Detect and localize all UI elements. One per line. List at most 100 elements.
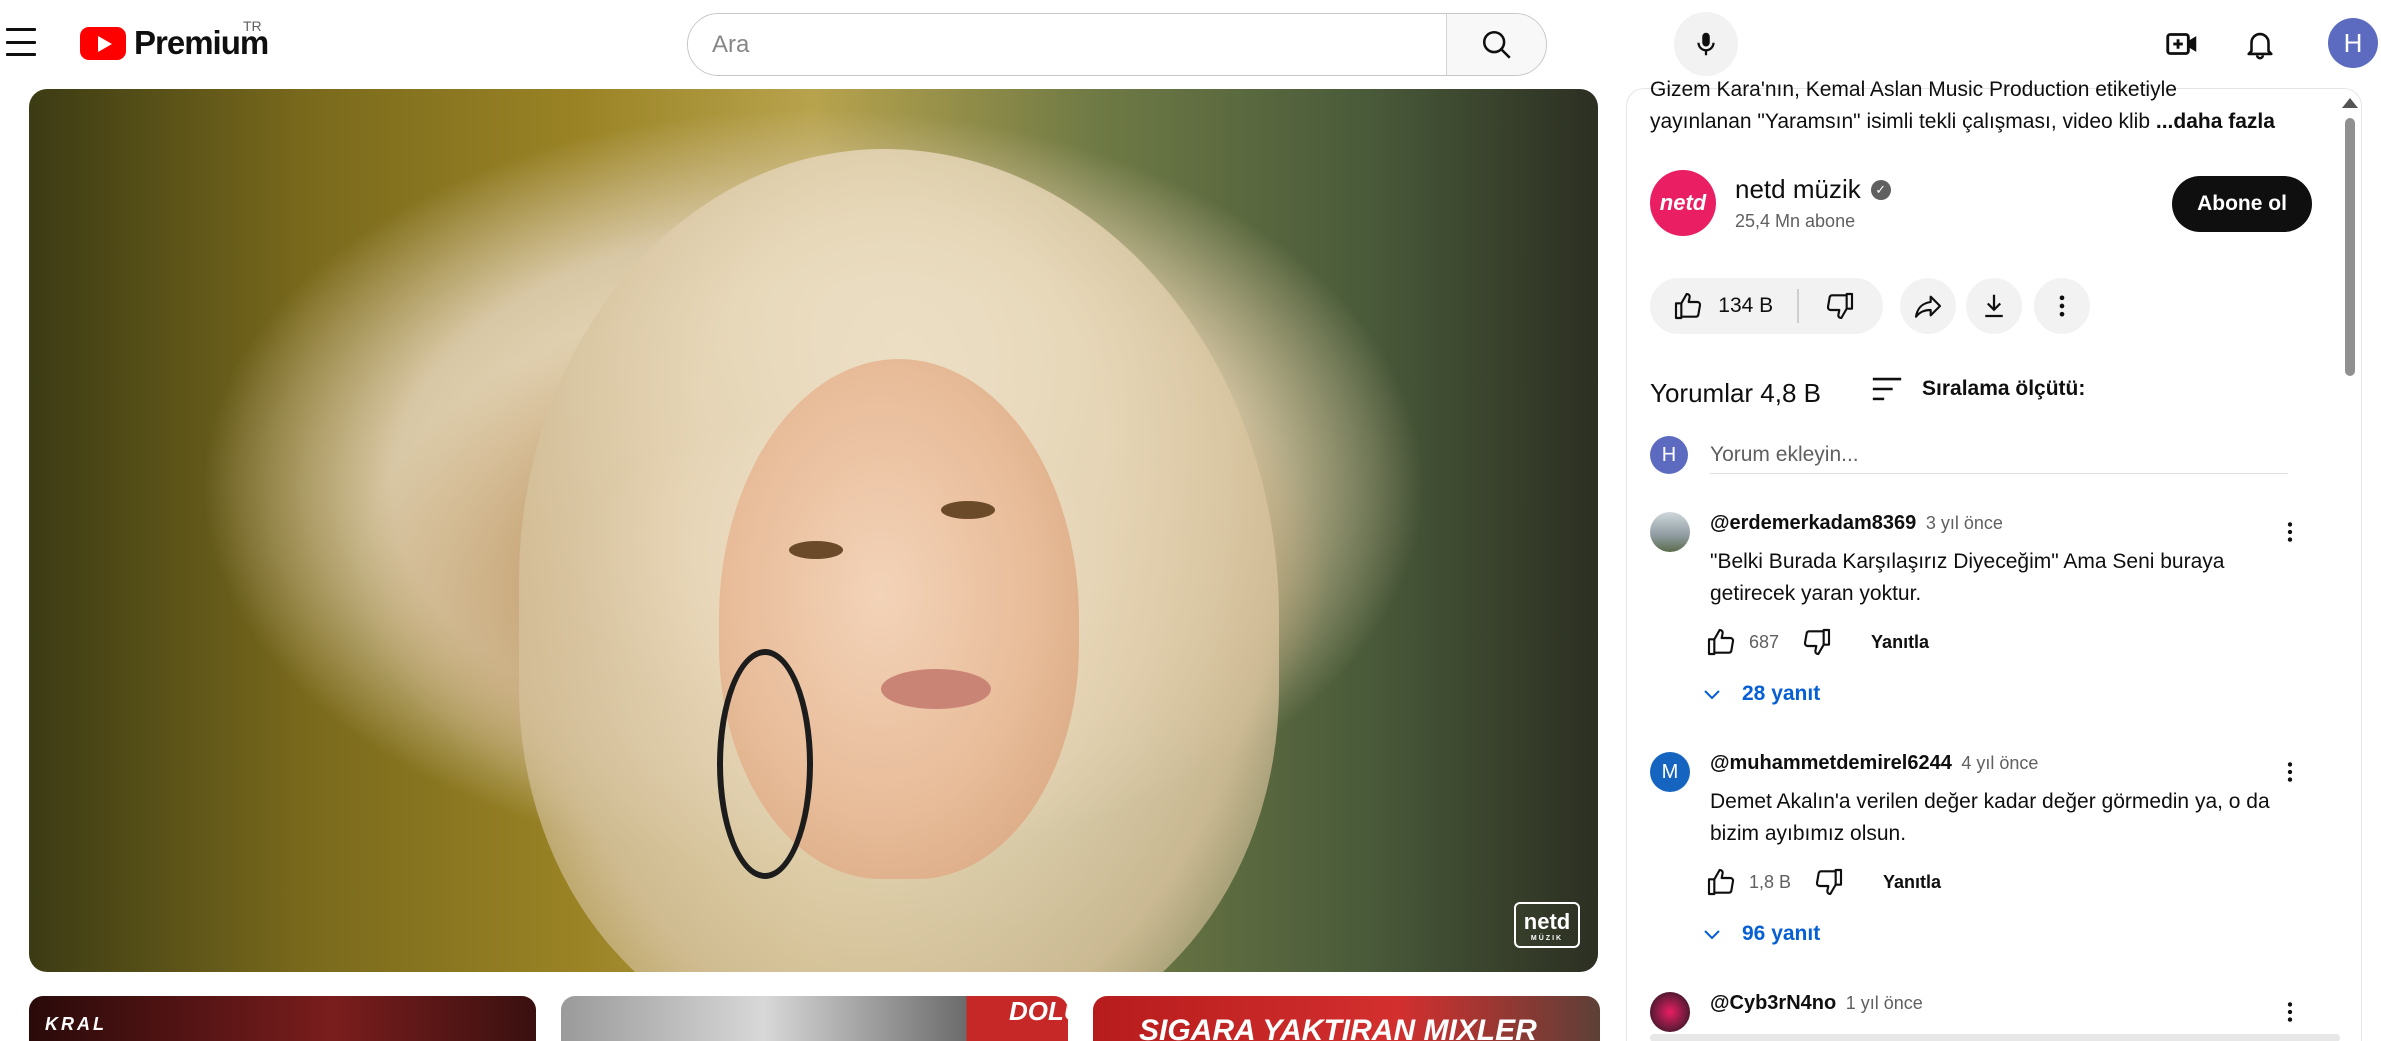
comment-header: @erdemerkadam8369 3 yıl önce — [1710, 512, 2003, 535]
commenter-avatar[interactable] — [1650, 992, 1690, 1032]
comment-menu-button[interactable] — [2270, 512, 2310, 552]
comment-highlight-bar — [1650, 1034, 2340, 1041]
more-vertical-icon — [2059, 295, 2065, 317]
view-replies-button[interactable]: 96 yanıt — [1700, 922, 1820, 946]
notifications-button[interactable] — [2238, 22, 2282, 66]
video-frame-lips — [881, 669, 991, 709]
scrollbar-thumb[interactable] — [2345, 118, 2355, 376]
youtube-play-icon — [80, 26, 126, 60]
thumbnail-label: DOLU — [1009, 996, 1068, 1026]
thumbs-down-icon[interactable] — [1813, 866, 1845, 898]
download-icon — [1985, 294, 2003, 318]
search-button[interactable] — [1446, 14, 1546, 75]
search-bar — [687, 13, 1547, 76]
comment-username[interactable]: @muhammetdemirel6244 — [1710, 752, 1952, 774]
replies-count: 28 yanıt — [1742, 682, 1821, 705]
description-line: Gizem Kara'nın, Kemal Aslan Music Produc… — [1650, 78, 2177, 101]
comment-like-count: 687 — [1749, 631, 1780, 652]
verified-badge-icon: ✓ — [1870, 179, 1891, 200]
bell-icon — [2247, 32, 2273, 60]
comment-username[interactable]: @Cyb3rN4no — [1710, 992, 1836, 1014]
like-dislike-group: 134 B — [1650, 278, 1883, 334]
microphone-icon — [1697, 32, 1715, 56]
reply-button[interactable]: Yanıtla — [1871, 632, 1929, 653]
comment-header: @muhammetdemirel6244 4 yıl önce — [1710, 752, 2038, 775]
user-avatar: H — [1650, 436, 1688, 474]
comment-menu-button[interactable] — [2270, 752, 2310, 792]
menu-icon[interactable] — [6, 28, 36, 56]
chevron-down-icon — [1704, 930, 1720, 940]
comment-timestamp[interactable]: 1 yıl önce — [1846, 993, 1923, 1013]
thumbnail-label: SIGARA YAKTIRAN MIXLER — [1139, 1014, 1537, 1041]
comment-timestamp[interactable]: 3 yıl önce — [1926, 513, 2003, 533]
voice-search-button[interactable] — [1674, 12, 1738, 76]
chevron-down-icon — [1704, 690, 1720, 700]
more-vertical-icon — [2287, 522, 2293, 542]
comment-item: @erdemerkadam8369 3 yıl önce "Belki Bura… — [1650, 512, 2350, 712]
thumbs-up-icon — [1675, 292, 1702, 320]
show-more-link[interactable]: ...daha fazla — [2156, 110, 2275, 133]
thumbnail-label: KRAL — [45, 1014, 107, 1034]
youtube-premium-logo[interactable]: Premium TR — [80, 18, 269, 62]
more-actions-button[interactable] — [2034, 278, 2090, 334]
thumbs-down-icon — [1826, 292, 1853, 320]
replies-count: 96 yanıt — [1742, 922, 1821, 945]
region-code: TR — [243, 18, 262, 34]
related-video-thumbnail[interactable]: DOLU — [561, 996, 1068, 1041]
sort-comments-button[interactable]: Sıralama ölçütü: — [1870, 374, 2085, 404]
scroll-up-arrow-icon[interactable] — [2342, 98, 2358, 108]
channel-name-row[interactable]: netd müzik ✓ — [1735, 174, 1891, 205]
comments-count-title: Yorumlar 4,8 B — [1650, 378, 1822, 408]
netd-watermark: netd MÜZIK — [1514, 902, 1580, 948]
comment-text-line: Demet Akalın'a verilen değer kadar değer… — [1710, 790, 2270, 813]
add-comment-input[interactable] — [1710, 436, 2288, 474]
account-avatar[interactable]: H — [2328, 18, 2378, 68]
share-button[interactable] — [1900, 278, 1956, 334]
channel-name[interactable]: netd müzik — [1735, 174, 1861, 205]
comment-actions: 1,8 B Yanıtla — [1705, 866, 1941, 898]
video-frame-earring — [717, 649, 813, 879]
thumbs-up-icon[interactable] — [1705, 866, 1737, 898]
channel-avatar[interactable]: netd — [1650, 170, 1716, 236]
subscriber-count: 25,4 Mn abone — [1735, 211, 1856, 231]
comment-timestamp[interactable]: 4 yıl önce — [1961, 753, 2038, 773]
video-frame-eye — [789, 541, 843, 559]
description-line: yayınlanan "Yaramsın" isimli tekli çalış… — [1650, 110, 2151, 133]
more-vertical-icon — [2287, 1002, 2293, 1022]
comment-menu-button[interactable] — [2270, 992, 2310, 1032]
comment-text-line: bizim ayıbımız olsun. — [1710, 822, 1907, 845]
thumbs-down-icon[interactable] — [1801, 626, 1833, 658]
view-replies-button[interactable]: 28 yanıt — [1700, 682, 1820, 706]
watermark-logo-text: netd — [1523, 908, 1571, 934]
download-button[interactable] — [1966, 278, 2022, 334]
search-input[interactable] — [688, 14, 1446, 75]
comment-username[interactable]: @erdemerkadam8369 — [1710, 512, 1916, 534]
reply-button[interactable]: Yanıtla — [1883, 872, 1941, 893]
video-frame-eye — [941, 501, 995, 519]
thumbs-up-icon[interactable] — [1705, 626, 1737, 658]
sort-label: Sıralama ölçütü: — [1922, 377, 2086, 400]
related-video-thumbnail[interactable]: SIGARA YAKTIRAN MIXLER — [1093, 996, 1600, 1041]
comment-like-count: 1,8 B — [1749, 871, 1792, 892]
related-video-thumbnail[interactable]: KRAL — [29, 996, 536, 1041]
video-description[interactable]: Gizem Kara'nın, Kemal Aslan Music Produc… — [1650, 74, 2320, 138]
watermark-sub-text: MÜZIK — [1530, 934, 1564, 942]
sort-icon — [1872, 377, 1902, 401]
like-button[interactable]: 134 B — [1652, 278, 1797, 334]
dislike-button[interactable] — [1799, 278, 1881, 334]
comment-actions: 687 Yanıtla — [1705, 626, 1929, 658]
like-count: 134 B — [1718, 294, 1774, 317]
comment-text: "Belki Burada Karşılaşırız Diyeceğim" Am… — [1710, 546, 2270, 610]
more-vertical-icon — [2287, 762, 2293, 782]
subscribe-button[interactable]: Abone ol — [2172, 176, 2312, 232]
comment-text-line: getirecek yaran yoktur. — [1710, 582, 1922, 605]
comment-header: @Cyb3rN4no 1 yıl önce — [1710, 992, 1923, 1015]
commenter-avatar[interactable]: M — [1650, 752, 1690, 792]
comment-text-line: "Belki Burada Karşılaşırız Diyeceğim" Am… — [1710, 550, 2225, 573]
commenter-avatar[interactable] — [1650, 512, 1690, 552]
video-player[interactable]: netd MÜZIK — [29, 89, 1598, 972]
share-icon — [1914, 295, 1942, 318]
create-button[interactable] — [2160, 22, 2204, 66]
search-icon — [1482, 30, 1511, 59]
comment-item: M @muhammetdemirel6244 4 yıl önce Demet … — [1650, 752, 2350, 952]
